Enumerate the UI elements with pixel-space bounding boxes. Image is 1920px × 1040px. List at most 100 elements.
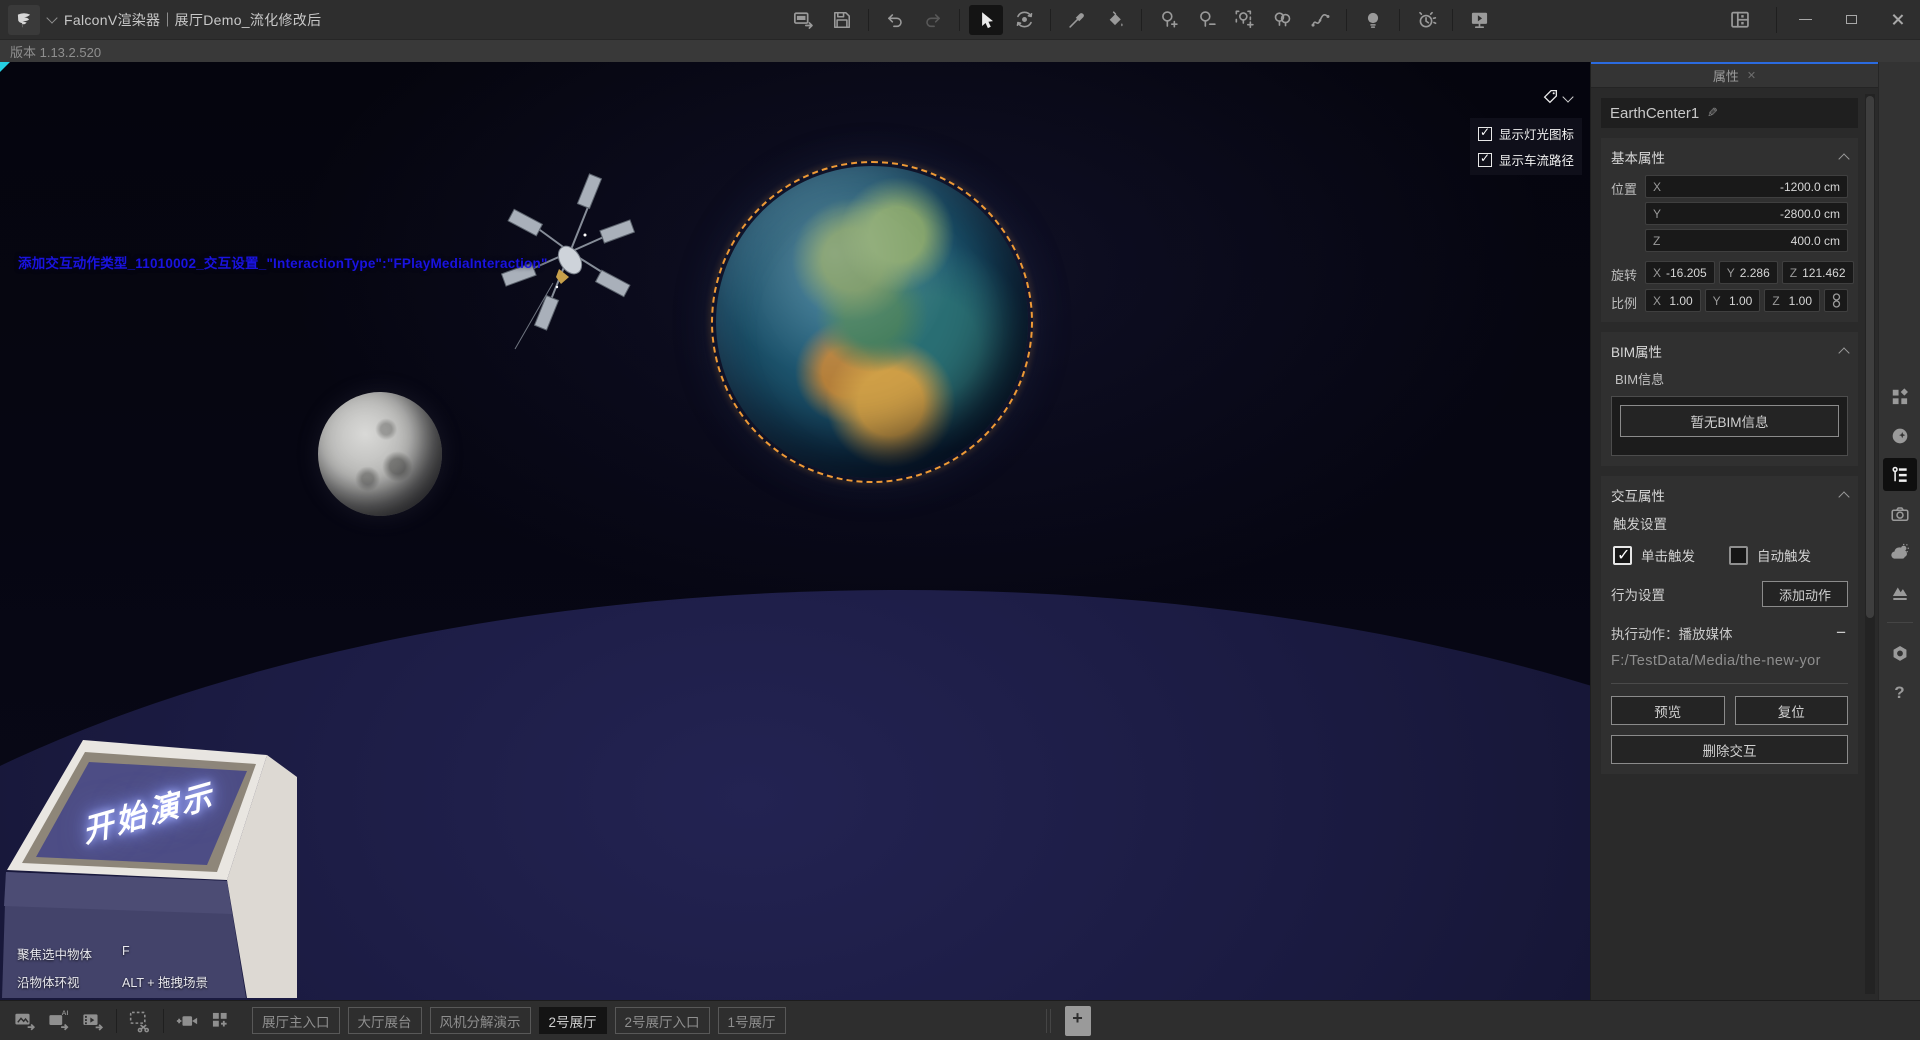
add-action-button[interactable]: 添加动作 bbox=[1762, 581, 1848, 607]
delete-interaction-button[interactable]: 删除交互 bbox=[1611, 735, 1848, 764]
rotation-x-field[interactable]: X -16.205 bbox=[1645, 261, 1715, 284]
remove-action-icon[interactable]: − bbox=[1836, 623, 1848, 643]
collapse-icon[interactable] bbox=[1838, 491, 1849, 502]
scrollbar-thumb[interactable] bbox=[1866, 96, 1874, 618]
object-name-row[interactable]: EarthCenter1 ✎ bbox=[1601, 98, 1858, 128]
scale-y-field[interactable]: Y 1.00 bbox=[1705, 289, 1761, 312]
media-path-text: F:/TestData/Media/the-new-yor bbox=[1611, 653, 1848, 669]
time-weather-icon[interactable] bbox=[1409, 5, 1443, 35]
export-image-icon[interactable] bbox=[8, 1005, 42, 1037]
assets-blocks-icon[interactable] bbox=[1883, 380, 1917, 413]
foliage-batch-icon[interactable] bbox=[1265, 5, 1299, 35]
position-z-field[interactable]: Z 400.0 cm bbox=[1645, 229, 1848, 252]
undo-icon[interactable] bbox=[878, 5, 912, 35]
eyedropper-icon[interactable] bbox=[1060, 5, 1094, 35]
section-bim-properties: BIM属性 BIM信息 暂无BIM信息 bbox=[1601, 332, 1858, 466]
paint-bucket-icon[interactable] bbox=[1098, 5, 1132, 35]
logo-dropdown-chevron-icon[interactable] bbox=[46, 12, 57, 23]
scene-button[interactable]: 2号展厅 bbox=[539, 1007, 607, 1034]
divider bbox=[1611, 683, 1848, 684]
screenshot-crop-icon[interactable] bbox=[123, 1005, 157, 1037]
section-basic-properties: 基本属性 位置 X -1200.0 cm Y -2800.0 bbox=[1601, 138, 1858, 322]
add-foliage-icon[interactable] bbox=[1151, 5, 1185, 35]
position-x-field[interactable]: X -1200.0 cm bbox=[1645, 175, 1848, 198]
scene-button[interactable]: 大厅展台 bbox=[348, 1007, 422, 1034]
material-sphere-icon[interactable] bbox=[1883, 419, 1917, 452]
toggle-show-light-icons[interactable]: 显示灯光图标 bbox=[1476, 122, 1576, 145]
checkbox-icon[interactable] bbox=[1478, 153, 1492, 167]
scene-button[interactable]: 风机分解演示 bbox=[430, 1007, 531, 1034]
layout-panels-icon[interactable] bbox=[1723, 5, 1757, 35]
weather-environment-icon[interactable] bbox=[1883, 536, 1917, 569]
app-window: FalconV渲染器｜展厅Demo_流化修改后 bbox=[0, 0, 1920, 1040]
add-camera-icon[interactable] bbox=[170, 1005, 204, 1037]
redo-icon[interactable] bbox=[916, 5, 950, 35]
hint-orbit: 沿物体环视 ALT + 拖拽场景 bbox=[17, 972, 208, 991]
scale-link-icon[interactable] bbox=[1824, 289, 1848, 312]
divider bbox=[116, 1009, 117, 1033]
light-icon[interactable] bbox=[1356, 5, 1390, 35]
transform-gizmo-icon[interactable] bbox=[1007, 5, 1041, 35]
viewport-3d[interactable]: 添加交互动作类型_11010002_交互设置_"InteractionType"… bbox=[0, 62, 1590, 1000]
tag-dropdown-chevron-icon[interactable] bbox=[1562, 91, 1573, 102]
splitter-handle[interactable] bbox=[1046, 1009, 1051, 1033]
checkbox-icon[interactable] bbox=[1478, 127, 1492, 141]
foliage-select-add-icon[interactable] bbox=[1227, 5, 1261, 35]
svg-text:AI: AI bbox=[62, 1010, 69, 1017]
restore-button[interactable] bbox=[1828, 0, 1874, 39]
shortcut-hints: 聚焦选中物体 F 沿物体环视 ALT + 拖拽场景 bbox=[17, 944, 208, 1000]
position-y-field[interactable]: Y -2800.0 cm bbox=[1645, 202, 1848, 225]
scene-button[interactable]: 2号展厅入口 bbox=[615, 1007, 710, 1034]
save-icon[interactable] bbox=[825, 5, 859, 35]
terrain-icon[interactable] bbox=[1883, 575, 1917, 608]
add-blocks-icon[interactable] bbox=[204, 1005, 238, 1037]
reset-button[interactable]: 复位 bbox=[1735, 696, 1849, 725]
rotation-z-field[interactable]: Z 121.462 bbox=[1782, 261, 1854, 284]
remove-foliage-icon[interactable] bbox=[1189, 5, 1223, 35]
properties-tab[interactable]: 属性 ✕ bbox=[1591, 62, 1878, 88]
rotation-y-field[interactable]: Y 2.286 bbox=[1719, 261, 1778, 284]
version-label: 版本 1.13.2.520 bbox=[10, 42, 101, 61]
auto-trigger-checkbox[interactable] bbox=[1729, 546, 1748, 565]
scene-hierarchy-icon[interactable] bbox=[1883, 458, 1917, 491]
moon-object[interactable] bbox=[318, 392, 442, 516]
scene-button[interactable]: 1号展厅 bbox=[718, 1007, 786, 1034]
collapse-icon[interactable] bbox=[1838, 347, 1849, 358]
tab-close-icon[interactable]: ✕ bbox=[1747, 69, 1756, 82]
add-view-button[interactable] bbox=[1065, 1006, 1091, 1036]
properties-panel: 属性 ✕ EarthCenter1 ✎ 基本属性 位置 bbox=[1590, 62, 1878, 1000]
select-tool-icon[interactable] bbox=[969, 5, 1003, 35]
earth-selection-outline bbox=[711, 161, 1033, 483]
tag-filter-icon[interactable] bbox=[1542, 88, 1559, 110]
export-exe-icon[interactable] bbox=[787, 5, 821, 35]
help-icon[interactable]: ? bbox=[1883, 676, 1917, 709]
panel-scrollbar[interactable] bbox=[1865, 94, 1875, 994]
edit-name-icon[interactable]: ✎ bbox=[1707, 105, 1718, 121]
preview-button[interactable]: 预览 bbox=[1611, 696, 1725, 725]
minimize-button[interactable] bbox=[1782, 0, 1828, 39]
settings-gear-icon[interactable] bbox=[1883, 637, 1917, 670]
export-video-icon[interactable] bbox=[76, 1005, 110, 1037]
section-bim-header[interactable]: BIM属性 bbox=[1611, 341, 1848, 361]
export-ai-image-icon[interactable]: AI bbox=[42, 1005, 76, 1037]
media-presentation-icon[interactable] bbox=[1462, 5, 1496, 35]
path-tool-icon[interactable] bbox=[1303, 5, 1337, 35]
click-trigger-checkbox[interactable] bbox=[1613, 546, 1632, 565]
section-basic-header[interactable]: 基本属性 bbox=[1611, 147, 1848, 167]
section-interaction-properties: 交互属性 触发设置 单击触发 自动触发 行为设置 添加动作 bbox=[1601, 476, 1858, 774]
version-bar: 版本 1.13.2.520 bbox=[0, 40, 1920, 62]
section-interaction-header[interactable]: 交互属性 bbox=[1611, 485, 1848, 505]
satellite-object[interactable] bbox=[495, 167, 655, 402]
camera-icon[interactable] bbox=[1883, 497, 1917, 530]
scale-x-field[interactable]: X 1.00 bbox=[1645, 289, 1701, 312]
window-controls bbox=[1723, 0, 1920, 39]
collapse-icon[interactable] bbox=[1838, 153, 1849, 164]
app-logo-icon[interactable] bbox=[8, 5, 40, 35]
scene-shortcut-bar: 展厅主入口 大厅展台 风机分解演示 2号展厅 2号展厅入口 1号展厅 bbox=[252, 1007, 786, 1034]
bottom-bar: AI 展厅主入口 大厅展台 风机分解演示 2号展厅 2号展厅入口 1号展厅 bbox=[0, 1000, 1920, 1040]
toggle-show-traffic-paths[interactable]: 显示车流路径 bbox=[1476, 148, 1576, 171]
scale-z-field[interactable]: Z 1.00 bbox=[1764, 289, 1820, 312]
close-button[interactable] bbox=[1874, 0, 1920, 39]
scene-button[interactable]: 展厅主入口 bbox=[252, 1007, 340, 1034]
bim-empty-button[interactable]: 暂无BIM信息 bbox=[1620, 405, 1839, 437]
